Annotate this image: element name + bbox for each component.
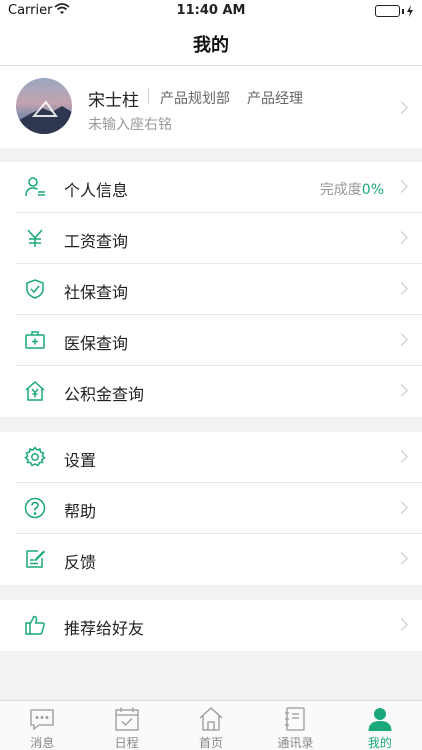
tab-label: 我的 (367, 736, 392, 750)
menu-item-medical-insurance[interactable]: 医保查询 (0, 315, 422, 366)
shield-check-icon (24, 278, 46, 300)
share-group: 推荐给好友 (0, 600, 422, 651)
menu-item-feedback[interactable]: 反馈 (0, 534, 422, 585)
thumbs-up-icon (24, 614, 46, 636)
menu-item-salary[interactable]: 工资查询 (0, 213, 422, 264)
menu-item-personal-info[interactable]: 个人信息 完成度0% (0, 162, 422, 213)
tab-contacts[interactable]: 通讯录 (253, 701, 337, 750)
chevron-right-icon (395, 180, 408, 193)
menu-item-label: 工资查询 (64, 232, 129, 251)
message-icon (29, 706, 55, 732)
menu-item-label: 医保查询 (64, 334, 129, 353)
chevron-right-icon (395, 618, 408, 631)
question-icon (24, 497, 46, 519)
menu-item-label: 社保查询 (64, 283, 129, 302)
profile-icon (367, 706, 393, 732)
person-list-icon (24, 176, 46, 198)
tab-label: 通讯录 (277, 736, 314, 750)
chevron-right-icon (395, 384, 408, 397)
menu-item-recommend[interactable]: 推荐给好友 (0, 600, 422, 651)
battery-icon (375, 5, 414, 17)
menu-item-label: 个人信息 (64, 181, 129, 200)
contacts-icon (282, 706, 308, 732)
info-group: 个人信息 完成度0% 工资查询 社保查询 医保查询 公积金查询 (0, 162, 422, 417)
tab-messages[interactable]: 消息 (0, 701, 84, 750)
user-motto: 未输入座右铭 (88, 117, 172, 133)
feedback-edit-icon (24, 548, 46, 570)
menu-item-label: 帮助 (64, 502, 97, 521)
tab-me[interactable]: 我的 (338, 701, 422, 750)
separator (148, 88, 149, 104)
tab-label: 首页 (199, 736, 224, 750)
tab-label: 日程 (114, 736, 139, 750)
chevron-right-icon (395, 333, 408, 346)
completion-percent: 0% (361, 182, 384, 198)
tab-label: 消息 (30, 736, 55, 750)
menu-item-label: 公积金查询 (64, 385, 145, 404)
profile-card[interactable]: 宋士柱 产品规划部 产品经理 未输入座右铭 (0, 66, 422, 148)
clock: 11:40 AM (176, 3, 246, 18)
chevron-right-icon (395, 552, 408, 565)
user-role: 产品经理 (247, 91, 303, 107)
house-yen-icon (24, 380, 46, 402)
completion-status: 完成度0% (319, 182, 384, 198)
page-title: 我的 (193, 34, 229, 56)
menu-item-settings[interactable]: 设置 (0, 432, 422, 483)
menu-item-label: 设置 (64, 451, 97, 470)
menu-item-label: 反馈 (64, 553, 97, 572)
chevron-right-icon (395, 501, 408, 514)
system-group: 设置 帮助 反馈 (0, 432, 422, 585)
gear-icon (24, 446, 46, 468)
chevron-right-icon (395, 450, 408, 463)
chevron-right-icon (395, 101, 408, 114)
avatar[interactable] (16, 78, 72, 134)
calendar-icon (114, 706, 140, 732)
status-bar: Carrier 11:40 AM (0, 0, 422, 22)
user-department: 产品规划部 (160, 91, 230, 107)
chevron-right-icon (395, 231, 408, 244)
menu-item-label: 推荐给好友 (64, 619, 145, 638)
tab-schedule[interactable]: 日程 (84, 701, 168, 750)
navigation-bar: 我的 (0, 22, 422, 66)
yen-icon (24, 227, 46, 249)
tab-bar: 消息 日程 首页 通讯录 我的 (0, 700, 422, 750)
chevron-right-icon (395, 282, 408, 295)
user-name: 宋士柱 (88, 91, 139, 111)
tab-home[interactable]: 首页 (169, 701, 253, 750)
home-icon (198, 706, 224, 732)
medical-kit-icon (24, 329, 46, 351)
menu-item-social-security[interactable]: 社保查询 (0, 264, 422, 315)
menu-item-housing-fund[interactable]: 公积金查询 (0, 366, 422, 417)
menu-item-help[interactable]: 帮助 (0, 483, 422, 534)
